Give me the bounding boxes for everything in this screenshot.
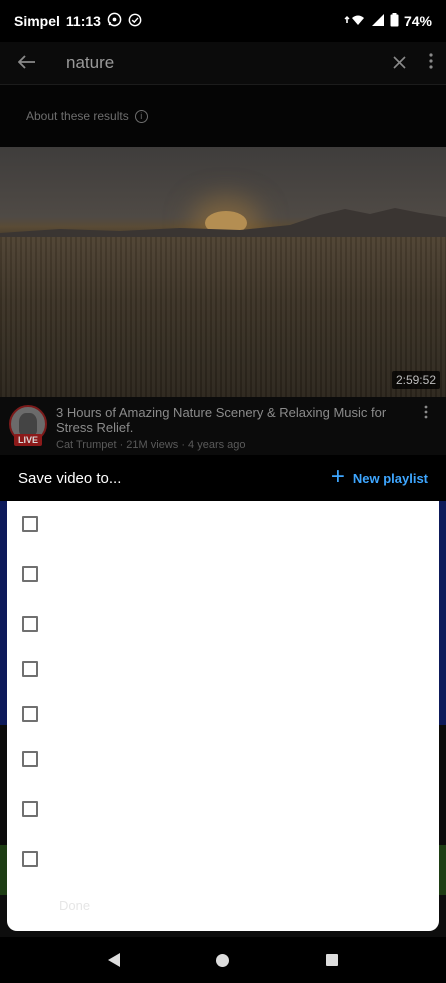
- battery-percent: 74%: [403, 13, 432, 29]
- save-sheet-header: Save video to... + New playlist: [0, 455, 446, 501]
- video-more-icon[interactable]: [424, 405, 428, 422]
- nav-home-icon[interactable]: [216, 953, 230, 967]
- playlist-checkbox[interactable]: [22, 751, 38, 767]
- wheat-field-image: [0, 237, 446, 397]
- back-arrow-icon[interactable]: [0, 52, 54, 75]
- carrier-label: Simpel: [14, 13, 60, 29]
- video-title[interactable]: 3 Hours of Amazing Nature Scenery & Rela…: [56, 405, 406, 435]
- whatsapp-icon: [107, 12, 122, 30]
- about-results-label: About these results: [26, 109, 129, 123]
- playlist-checkbox[interactable]: [22, 851, 38, 867]
- status-bar: Simpel 11:13 74%: [0, 0, 446, 42]
- search-query[interactable]: nature: [54, 53, 382, 73]
- more-vert-icon[interactable]: [416, 52, 446, 74]
- playlist-checkbox[interactable]: [22, 661, 38, 677]
- video-thumbnail[interactable]: 2:59:52: [0, 147, 446, 397]
- new-playlist-label: New playlist: [352, 470, 428, 486]
- video-meta[interactable]: LIVE 3 Hours of Amazing Nature Scenery &…: [0, 397, 446, 457]
- video-subtitle: Cat Trumpet · 21M views · 4 years ago: [56, 439, 246, 451]
- system-nav-bar: [0, 937, 446, 983]
- playlist-checkbox[interactable]: [22, 566, 38, 582]
- info-icon[interactable]: i: [134, 109, 148, 123]
- playlist-list: Done: [7, 501, 439, 931]
- signal-icon: [371, 13, 385, 30]
- new-playlist-button[interactable]: + New playlist: [330, 463, 428, 490]
- about-results-row[interactable]: About these results i: [0, 85, 446, 147]
- plus-icon: +: [330, 463, 345, 490]
- duration-badge: 2:59:52: [391, 371, 440, 389]
- nav-back-icon[interactable]: [108, 953, 121, 967]
- playlist-checkbox[interactable]: [22, 801, 38, 817]
- playlist-checkbox[interactable]: [22, 616, 38, 632]
- done-button[interactable]: Done: [59, 898, 90, 913]
- check-circle-icon: [128, 13, 142, 30]
- close-icon[interactable]: [382, 53, 416, 74]
- live-badge: LIVE: [14, 434, 43, 446]
- battery-icon: [390, 12, 399, 30]
- search-header: nature: [0, 42, 446, 85]
- sheet-title: Save video to...: [18, 469, 122, 487]
- playlist-checkbox[interactable]: [22, 706, 38, 722]
- clock: 11:13: [65, 13, 101, 29]
- playlist-checkbox[interactable]: [22, 516, 38, 532]
- nav-recents-icon[interactable]: [325, 954, 338, 966]
- wifi-icon: [344, 13, 366, 30]
